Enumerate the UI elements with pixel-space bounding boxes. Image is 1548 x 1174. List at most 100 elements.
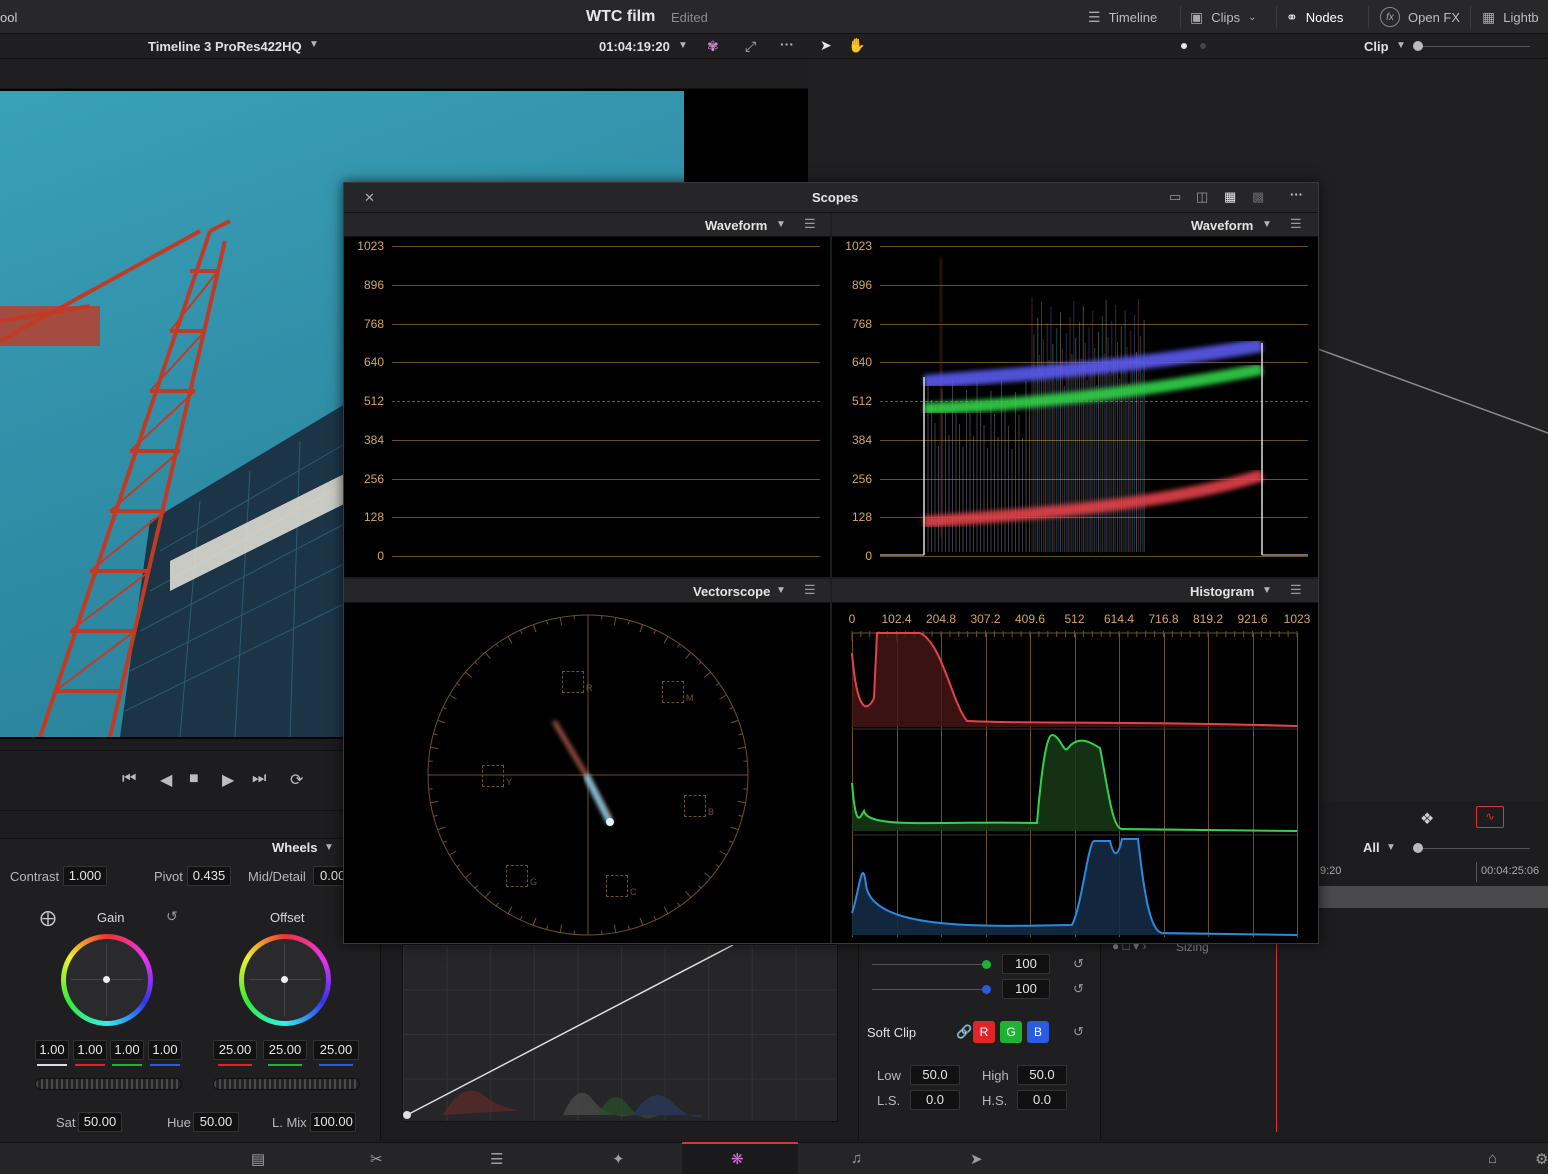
chevron-down-icon[interactable]: ▼ (324, 842, 334, 853)
chevron-down-icon[interactable]: ▼ (1386, 842, 1396, 853)
middetail-field[interactable]: 0.00 (313, 866, 347, 886)
layout-quad-icon[interactable]: ▦ (1224, 189, 1236, 205)
hs-field[interactable]: 0.0 (1017, 1090, 1067, 1110)
primaries-mode-selector[interactable]: Wheels (272, 840, 318, 855)
chevron-down-icon[interactable]: ▼ (776, 585, 786, 596)
gain-red-field[interactable]: 1.00 (73, 1040, 107, 1060)
gain-master-jog[interactable] (35, 1078, 182, 1090)
timeline-selector[interactable]: Timeline 3 ProRes422HQ (148, 39, 302, 54)
zoom-slider[interactable] (1418, 46, 1530, 47)
reset-gain-icon[interactable]: ↺ (166, 908, 178, 925)
pointer-tool-icon[interactable]: ➤ (820, 37, 832, 54)
link-icon[interactable]: 🔗 (956, 1024, 972, 1040)
color-page-icon[interactable]: ❋ (731, 1150, 744, 1168)
keyframe-zoom-slider[interactable] (1418, 848, 1530, 849)
softclip-blue-button[interactable]: B (1027, 1021, 1049, 1043)
gain-green-field[interactable]: 1.00 (110, 1040, 144, 1060)
blue-slider[interactable] (872, 989, 986, 990)
crosshair-icon[interactable]: ⨁ (40, 908, 56, 928)
fullscreen-icon[interactable]: ⤢ (745, 38, 756, 55)
fairlight-page-icon[interactable]: ♫ (851, 1150, 862, 1167)
node-mode-selector[interactable]: Clip (1364, 39, 1389, 54)
chevron-down-icon[interactable]: ▼ (678, 40, 688, 51)
lightbox-toggle-button[interactable]: ▦ Lightb (1482, 0, 1539, 34)
nodes-toggle-button[interactable]: ⚭ Nodes (1286, 0, 1343, 34)
lmix-field[interactable]: 100.00 (310, 1112, 356, 1132)
more-options-icon[interactable]: ··· (1290, 187, 1303, 202)
reset-icon[interactable]: ↺ (1073, 981, 1084, 997)
settings-gear-icon[interactable]: ⚙ (1535, 1150, 1548, 1168)
contrast-field[interactable]: 1.000 (63, 866, 107, 886)
close-icon[interactable]: ✕ (364, 190, 375, 206)
green-slider[interactable] (872, 964, 986, 965)
chevron-down-icon[interactable]: ▼ (309, 39, 319, 50)
blue-value-field[interactable]: 100 (1002, 979, 1050, 999)
low-field[interactable]: 50.0 (910, 1065, 960, 1085)
home-icon[interactable]: ⌂ (1488, 1150, 1497, 1167)
offset-master-jog[interactable] (213, 1078, 360, 1090)
keyframe-track-bar[interactable] (1318, 886, 1548, 908)
cut-page-icon[interactable]: ✂ (370, 1150, 383, 1168)
page-dot-active[interactable] (1181, 43, 1187, 49)
media-page-icon[interactable]: ▤ (251, 1150, 265, 1168)
deliver-page-icon[interactable]: ➤ (970, 1150, 983, 1168)
skip-to-start-icon[interactable]: ⏮ (122, 770, 136, 788)
skip-to-end-icon[interactable]: ⏭ (252, 770, 266, 788)
page-dot[interactable] (1200, 43, 1206, 49)
softclip-red-button[interactable]: R (973, 1021, 995, 1043)
timecode-display[interactable]: 01:04:19:20 (599, 39, 670, 54)
layout-dual-icon[interactable]: ◫ (1196, 189, 1208, 205)
gain-blue-field[interactable]: 1.00 (148, 1040, 182, 1060)
green-slider-handle[interactable] (982, 960, 991, 969)
fusion-page-icon[interactable]: ✦ (612, 1150, 625, 1168)
scopes-toggle-icon[interactable]: ∿ (1476, 806, 1504, 828)
scope-selector-bottom-right[interactable]: Histogram (1190, 584, 1254, 599)
scope-settings-icon[interactable]: ☰ (1290, 582, 1302, 598)
softclip-green-button[interactable]: G (1000, 1021, 1022, 1043)
scope-settings-icon[interactable]: ☰ (1290, 216, 1302, 232)
play-icon[interactable]: ▶ (222, 770, 234, 790)
more-options-icon[interactable]: ··· (780, 36, 794, 52)
layout-single-icon[interactable]: ▭ (1169, 189, 1181, 205)
timeline-toggle-button[interactable]: ☰ Timeline (1088, 0, 1157, 34)
color-picker-icon[interactable]: ✾ (707, 38, 719, 55)
layout-grid-icon[interactable]: ▩ (1252, 189, 1264, 205)
ls-field[interactable]: 0.0 (910, 1090, 960, 1110)
play-reverse-icon[interactable]: ◀ (160, 770, 172, 790)
clips-toggle-button[interactable]: ▣ Clips ⌄ (1190, 0, 1257, 34)
reset-icon[interactable]: ↺ (1073, 1024, 1084, 1040)
scope-selector-top-right[interactable]: Waveform (1191, 218, 1253, 233)
stop-icon[interactable]: ■ (189, 770, 199, 788)
scope-selector-bottom-left[interactable]: Vectorscope (693, 584, 770, 599)
edit-page-icon[interactable]: ☰ (490, 1150, 503, 1168)
scope-settings-icon[interactable]: ☰ (804, 582, 816, 598)
chevron-down-icon[interactable]: ▼ (1396, 40, 1406, 51)
loop-icon[interactable]: ⟳ (290, 770, 303, 790)
hue-field[interactable]: 50.00 (193, 1112, 239, 1132)
hand-tool-icon[interactable]: ✋ (848, 37, 865, 54)
blue-slider-handle[interactable] (982, 985, 991, 994)
keyframe-filter-selector[interactable]: All (1363, 840, 1380, 855)
sat-field[interactable]: 50.00 (78, 1112, 122, 1132)
chevron-down-icon[interactable]: ▼ (776, 219, 786, 230)
curve-editor[interactable] (402, 944, 838, 1122)
scopes-title-bar[interactable]: ✕ Scopes ▭ ◫ ▦ ▩ ··· (344, 183, 1318, 213)
playhead[interactable] (1276, 942, 1277, 1132)
green-value-field[interactable]: 100 (1002, 954, 1050, 974)
zoom-slider-handle[interactable] (1413, 41, 1423, 51)
openfx-toggle-button[interactable]: fx Open FX (1380, 0, 1460, 34)
offset-red-field[interactable]: 25.00 (213, 1040, 257, 1060)
scope-selector-top-left[interactable]: Waveform (705, 218, 767, 233)
reset-icon[interactable]: ↺ (1073, 956, 1084, 972)
offset-color-wheel[interactable] (239, 934, 331, 1026)
pivot-field[interactable]: 0.435 (187, 866, 231, 886)
scope-settings-icon[interactable]: ☰ (804, 216, 816, 232)
offset-blue-field[interactable]: 25.00 (313, 1040, 359, 1060)
high-field[interactable]: 50.0 (1017, 1065, 1067, 1085)
chevron-down-icon[interactable]: ▼ (1262, 585, 1272, 596)
offset-green-field[interactable]: 25.00 (263, 1040, 307, 1060)
gain-color-wheel[interactable] (61, 934, 153, 1026)
chevron-down-icon[interactable]: ▼ (1262, 219, 1272, 230)
gain-master-field[interactable]: 1.00 (35, 1040, 69, 1060)
keyframe-zoom-handle[interactable] (1413, 843, 1423, 853)
